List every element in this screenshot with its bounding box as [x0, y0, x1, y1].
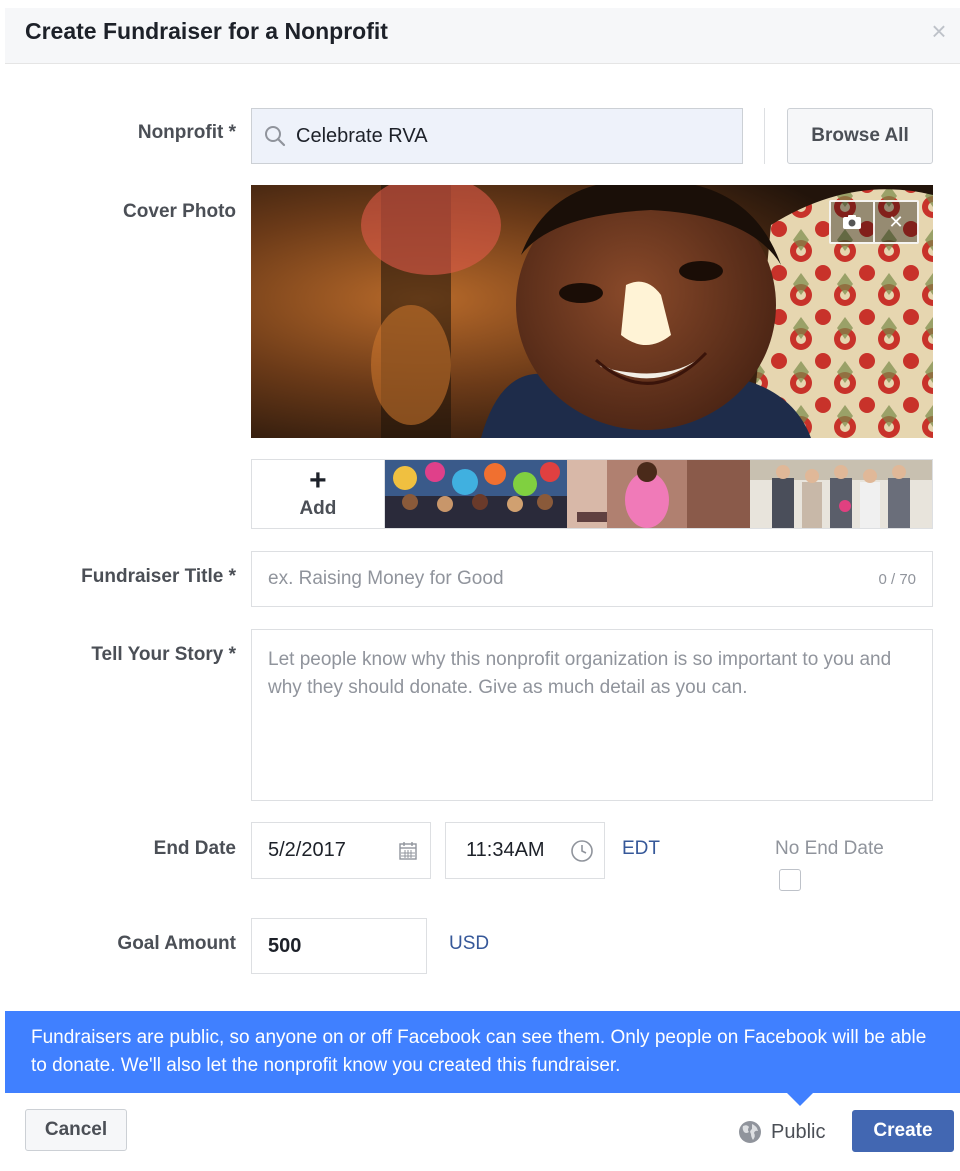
search-icon [265, 126, 286, 147]
end-time-value: 11:34AM [466, 839, 545, 861]
notice-arrow [786, 1092, 814, 1106]
privacy-selector[interactable]: Public [738, 1118, 825, 1146]
browse-all-button[interactable]: Browse All [787, 108, 933, 164]
story-label: Tell Your Story * [91, 644, 236, 665]
fundraiser-title-label: Fundraiser Title * [81, 566, 236, 587]
calendar-icon [399, 841, 417, 860]
clock-icon [571, 839, 593, 862]
thumbnail-balloons[interactable] [384, 460, 567, 528]
camera-icon[interactable] [831, 202, 873, 242]
nonprofit-value: Celebrate RVA [296, 124, 428, 147]
end-date-input[interactable]: 5/2/2017 [251, 822, 431, 879]
nonprofit-label: Nonprofit * [137, 122, 236, 143]
dialog-title: Create Fundraiser for a Nonprofit [25, 18, 388, 44]
close-icon[interactable]: × [926, 18, 952, 44]
globe-icon [739, 1121, 761, 1143]
add-photo-button[interactable]: + Add [252, 460, 385, 528]
end-date-value: 5/2/2017 [268, 839, 346, 861]
remove-cover-icon[interactable]: ✕ [873, 202, 917, 242]
cover-photo-label: Cover Photo [123, 201, 236, 222]
privacy-label: Public [771, 1120, 826, 1143]
end-time-input[interactable]: 11:34AM [445, 822, 605, 879]
end-date-label: End Date [153, 838, 236, 859]
character-counter: 0 / 70 [878, 570, 916, 588]
goal-amount-label: Goal Amount [117, 933, 236, 954]
fundraiser-title-placeholder: ex. Raising Money for Good [268, 568, 504, 589]
dialog-header: Create Fundraiser for a Nonprofit × [5, 8, 960, 64]
story-textarea[interactable]: Let people know why this nonprofit organ… [251, 629, 933, 801]
add-photo-label: Add [299, 498, 337, 519]
plus-icon: + [309, 464, 327, 497]
thumbnail-wedding[interactable] [750, 460, 933, 528]
divider [764, 108, 765, 164]
no-end-date-checkbox[interactable] [779, 869, 801, 891]
goal-amount-value: 500 [268, 934, 302, 957]
fundraiser-title-input[interactable]: ex. Raising Money for Good 0 / 70 [251, 551, 933, 607]
create-fundraiser-dialog: Create Fundraiser for a Nonprofit × Nonp… [0, 0, 960, 1171]
cancel-button[interactable]: Cancel [25, 1109, 127, 1151]
timezone-link[interactable]: EDT [622, 838, 660, 860]
create-button[interactable]: Create [852, 1110, 954, 1152]
public-notice: Fundraisers are public, so anyone on or … [5, 1011, 960, 1093]
goal-amount-input[interactable]: 500 [251, 918, 427, 974]
story-placeholder: Let people know why this nonprofit organ… [268, 649, 892, 698]
currency-link[interactable]: USD [449, 933, 489, 955]
cover-photo-picker: + Add [251, 459, 933, 529]
no-end-date-label: No End Date [775, 838, 884, 859]
thumbnail-dancer[interactable] [566, 460, 751, 528]
cover-photo: ✕ [251, 185, 933, 438]
nonprofit-search-input[interactable]: Celebrate RVA [251, 108, 743, 164]
cover-photo-actions: ✕ [829, 200, 919, 244]
